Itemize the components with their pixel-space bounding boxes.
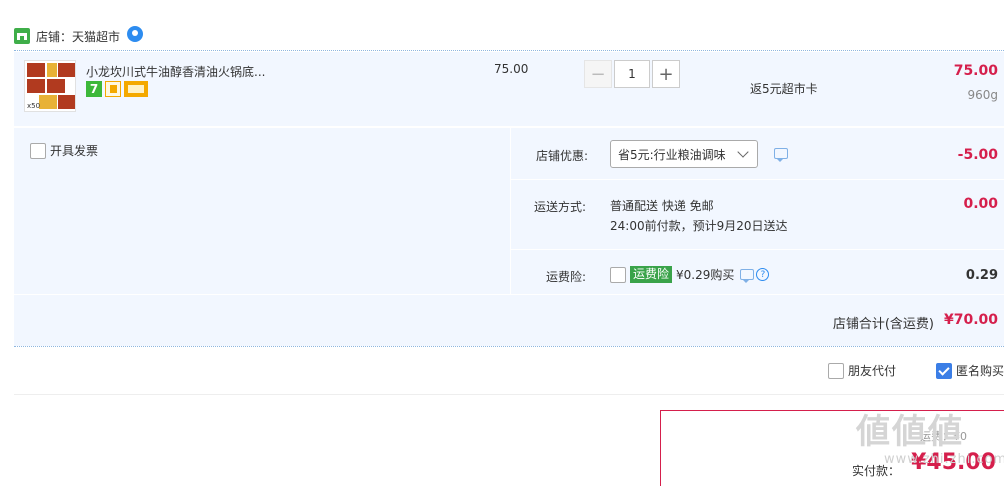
seven-day-return-icon: 7	[86, 81, 102, 97]
shipping-amount: 0.00	[963, 196, 998, 212]
store-header: 店铺：天猫超市	[14, 26, 144, 46]
message-icon[interactable]	[740, 269, 755, 283]
credit-card-icon	[124, 81, 148, 97]
help-icon[interactable]: ?	[756, 268, 770, 281]
invoice-option[interactable]: 开具发票	[30, 142, 98, 159]
invoice-label: 开具发票	[50, 144, 99, 158]
row-divider	[510, 179, 1004, 180]
item-subtotal: 75.00	[953, 63, 998, 79]
item-weight: 960g	[967, 88, 998, 102]
shop-coupon-select[interactable]: 省5元:行业粮油调味	[610, 140, 758, 168]
quantity-stepper: − +	[584, 60, 680, 88]
shop-coupon-label: 店铺优惠:	[536, 149, 589, 163]
service-badges: 7	[86, 81, 148, 97]
shop-coupon-selected: 省5元:行业粮油调味	[618, 147, 726, 162]
chat-icon[interactable]	[127, 26, 144, 42]
unit-price: 75.00	[494, 62, 529, 76]
divider	[14, 50, 1004, 51]
anonymous-buy-option[interactable]: 匿名购买	[936, 362, 1004, 379]
product-thumbnail[interactable]: x50	[24, 60, 76, 112]
chevron-down-icon	[737, 146, 749, 158]
shipping-note: 24:00前付款，预计9月20日送达	[610, 219, 788, 233]
store-total-amount: ¥70.00	[943, 312, 998, 328]
store-icon	[14, 28, 30, 44]
thumb-count: x50	[27, 102, 41, 110]
insurance-label: 运费险:	[546, 270, 587, 284]
product-title[interactable]: 小龙坎川式牛油醇香清油火锅底...	[86, 63, 286, 80]
row-divider	[510, 249, 1004, 250]
store-total-label: 店铺合计(含运费)	[832, 317, 934, 332]
insurance-option[interactable]: 运费险 ¥0.29购买 ?	[610, 266, 770, 283]
shipping-label: 运送方式:	[534, 200, 587, 214]
divider	[14, 346, 1004, 347]
row-divider	[14, 294, 1004, 295]
increase-quantity-button[interactable]: +	[652, 60, 680, 88]
rebate-text: 返5元超市卡	[750, 82, 818, 96]
friend-pay-label: 朋友代付	[848, 364, 897, 378]
shipping-method: 普通配送 快递 免邮	[610, 199, 714, 213]
invoice-checkbox[interactable]	[30, 142, 46, 159]
insurance-amount: 0.29	[965, 268, 998, 283]
friend-pay-option[interactable]: 朋友代付	[828, 362, 896, 379]
message-icon[interactable]	[774, 148, 788, 162]
insurance-checkbox[interactable]	[610, 266, 626, 283]
guarantee-icon	[105, 81, 121, 97]
quantity-input[interactable]	[614, 60, 650, 88]
cart-item-row: x50 小龙坎川式牛油醇香清油火锅底... 7 75.00 − + 返5元超市卡…	[14, 52, 1004, 126]
anonymous-buy-checkbox[interactable]	[936, 362, 952, 379]
coupon-amount: -5.00	[957, 147, 998, 163]
watermark-url: www.zhi.zhi.com	[884, 452, 1004, 467]
order-options-panel: 开具发票 店铺优惠: 省5元:行业粮油调味 -5.00 运送方式: 普通配送 快…	[14, 128, 1004, 346]
decrease-quantity-button[interactable]: −	[584, 60, 612, 88]
anonymous-buy-label: 匿名购买	[956, 364, 1004, 378]
insurance-tag: 运费险	[630, 266, 673, 283]
insurance-price: ¥0.29购买	[676, 268, 735, 282]
friend-pay-checkbox[interactable]	[828, 362, 844, 379]
watermark: 値値値	[856, 412, 964, 452]
divider	[14, 394, 1004, 395]
store-label: 店铺：天猫超市	[36, 29, 121, 44]
